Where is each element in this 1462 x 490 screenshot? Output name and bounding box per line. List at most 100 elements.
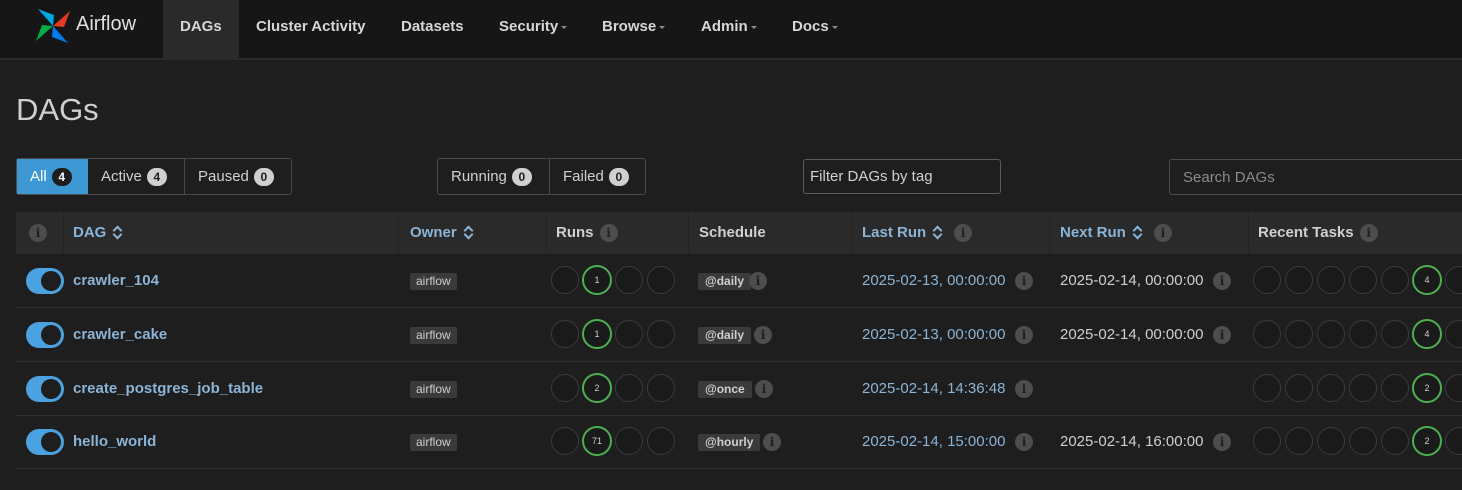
info-icon[interactable]: i [1359, 224, 1378, 243]
run-circle-failed[interactable] [647, 266, 675, 294]
dag-id-link[interactable]: crawler_104 [73, 254, 159, 308]
task-circle[interactable] [1445, 266, 1462, 294]
run-circle-queued[interactable] [551, 266, 579, 294]
info-icon[interactable]: i [749, 272, 767, 290]
task-circle[interactable] [1349, 320, 1377, 348]
dag-toggle[interactable] [26, 268, 64, 294]
airflow-logo[interactable]: Airflow [32, 4, 136, 48]
header-next-run[interactable]: Next Run i [1060, 212, 1172, 254]
info-icon[interactable]: i [954, 224, 973, 243]
last-run-link[interactable]: 2025-02-14, 15:00:00 [862, 415, 1005, 469]
filter-all-button[interactable]: All 4 [17, 159, 88, 194]
info-icon[interactable]: i [1015, 326, 1033, 344]
run-circle-success[interactable]: 1 [582, 319, 612, 349]
task-circle[interactable] [1349, 266, 1377, 294]
search-input[interactable] [1169, 159, 1462, 195]
task-circle[interactable] [1349, 427, 1377, 455]
task-circle[interactable] [1445, 427, 1462, 455]
owner-badge[interactable]: airflow [410, 381, 457, 398]
info-icon[interactable]: i [1015, 433, 1033, 451]
schedule-badge[interactable]: @hourly [698, 434, 761, 451]
run-circle-running[interactable] [615, 266, 643, 294]
nav-browse[interactable]: Browse [585, 0, 682, 60]
task-circle[interactable] [1349, 374, 1377, 402]
info-icon[interactable]: i [1213, 433, 1231, 451]
filter-failed-button[interactable]: Failed 0 [550, 159, 645, 194]
header-schedule: Schedule [699, 224, 766, 241]
schedule-badge[interactable]: @once [698, 381, 752, 398]
task-circle[interactable] [1285, 427, 1313, 455]
last-run-link[interactable]: 2025-02-13, 00:00:00 [862, 308, 1005, 362]
dag-id-link[interactable]: create_postgres_job_table [73, 362, 263, 416]
dag-id-link[interactable]: hello_world [73, 415, 156, 469]
tag-filter-input[interactable] [803, 159, 1001, 194]
schedule-badge[interactable]: @daily [698, 273, 752, 290]
filter-paused-button[interactable]: Paused 0 [185, 159, 291, 194]
task-circle[interactable] [1381, 427, 1409, 455]
run-circle-success[interactable]: 71 [582, 426, 612, 456]
info-icon[interactable]: i [1153, 224, 1172, 243]
task-circle[interactable] [1253, 427, 1281, 455]
run-circle-queued[interactable] [551, 374, 579, 402]
header-last-run[interactable]: Last Run i [862, 212, 973, 254]
task-circle[interactable] [1381, 374, 1409, 402]
task-circle[interactable] [1445, 374, 1462, 402]
run-circle-failed[interactable] [647, 320, 675, 348]
info-icon[interactable]: i [599, 224, 618, 243]
task-circle[interactable] [1285, 374, 1313, 402]
header-dag[interactable]: DAG [73, 212, 122, 254]
owner-badge[interactable]: airflow [410, 273, 457, 290]
last-run-link[interactable]: 2025-02-13, 00:00:00 [862, 254, 1005, 308]
dag-id-link[interactable]: crawler_cake [73, 308, 167, 362]
info-icon[interactable]: i [1213, 326, 1231, 344]
nav-dags[interactable]: DAGs [163, 0, 239, 60]
run-circle-queued[interactable] [551, 320, 579, 348]
owner-badge[interactable]: airflow [410, 434, 457, 451]
schedule-badge[interactable]: @daily [698, 327, 752, 344]
run-circle-success[interactable]: 2 [582, 373, 612, 403]
task-circle[interactable] [1317, 427, 1345, 455]
task-circle-success[interactable]: 4 [1412, 319, 1442, 349]
header-owner[interactable]: Owner [410, 212, 473, 254]
task-circle[interactable] [1317, 266, 1345, 294]
task-circle-success[interactable]: 4 [1412, 265, 1442, 295]
task-circle[interactable] [1253, 266, 1281, 294]
task-circle[interactable] [1285, 266, 1313, 294]
info-icon[interactable]: i [754, 326, 772, 344]
task-circle-success[interactable]: 2 [1412, 426, 1442, 456]
nav-cluster-activity[interactable]: Cluster Activity [239, 0, 382, 60]
task-circle[interactable] [1381, 320, 1409, 348]
dag-toggle[interactable] [26, 322, 64, 348]
dag-toggle[interactable] [26, 376, 64, 402]
run-circle-running[interactable] [615, 374, 643, 402]
nav-admin[interactable]: Admin [684, 0, 774, 60]
owner-badge[interactable]: airflow [410, 327, 457, 344]
nav-docs[interactable]: Docs [775, 0, 855, 60]
task-circle[interactable] [1253, 374, 1281, 402]
filter-active-button[interactable]: Active 4 [88, 159, 185, 194]
last-run-link[interactable]: 2025-02-14, 14:36:48 [862, 362, 1005, 416]
task-circle[interactable] [1381, 266, 1409, 294]
run-circle-failed[interactable] [647, 427, 675, 455]
info-icon[interactable]: i [29, 224, 47, 242]
task-circle[interactable] [1285, 320, 1313, 348]
info-icon[interactable]: i [1213, 272, 1231, 290]
info-icon[interactable]: i [1015, 272, 1033, 290]
task-circle[interactable] [1317, 374, 1345, 402]
run-circle-success[interactable]: 1 [582, 265, 612, 295]
task-circle[interactable] [1253, 320, 1281, 348]
nav-datasets[interactable]: Datasets [384, 0, 481, 60]
task-circle[interactable] [1445, 320, 1462, 348]
run-circle-running[interactable] [615, 427, 643, 455]
filter-running-button[interactable]: Running 0 [438, 159, 550, 194]
task-circle-success[interactable]: 2 [1412, 373, 1442, 403]
run-circle-failed[interactable] [647, 374, 675, 402]
run-circle-queued[interactable] [551, 427, 579, 455]
nav-security[interactable]: Security [482, 0, 584, 60]
info-icon[interactable]: i [755, 380, 773, 398]
info-icon[interactable]: i [1015, 380, 1033, 398]
dag-toggle[interactable] [26, 429, 64, 455]
task-circle[interactable] [1317, 320, 1345, 348]
info-icon[interactable]: i [763, 433, 781, 451]
run-circle-running[interactable] [615, 320, 643, 348]
